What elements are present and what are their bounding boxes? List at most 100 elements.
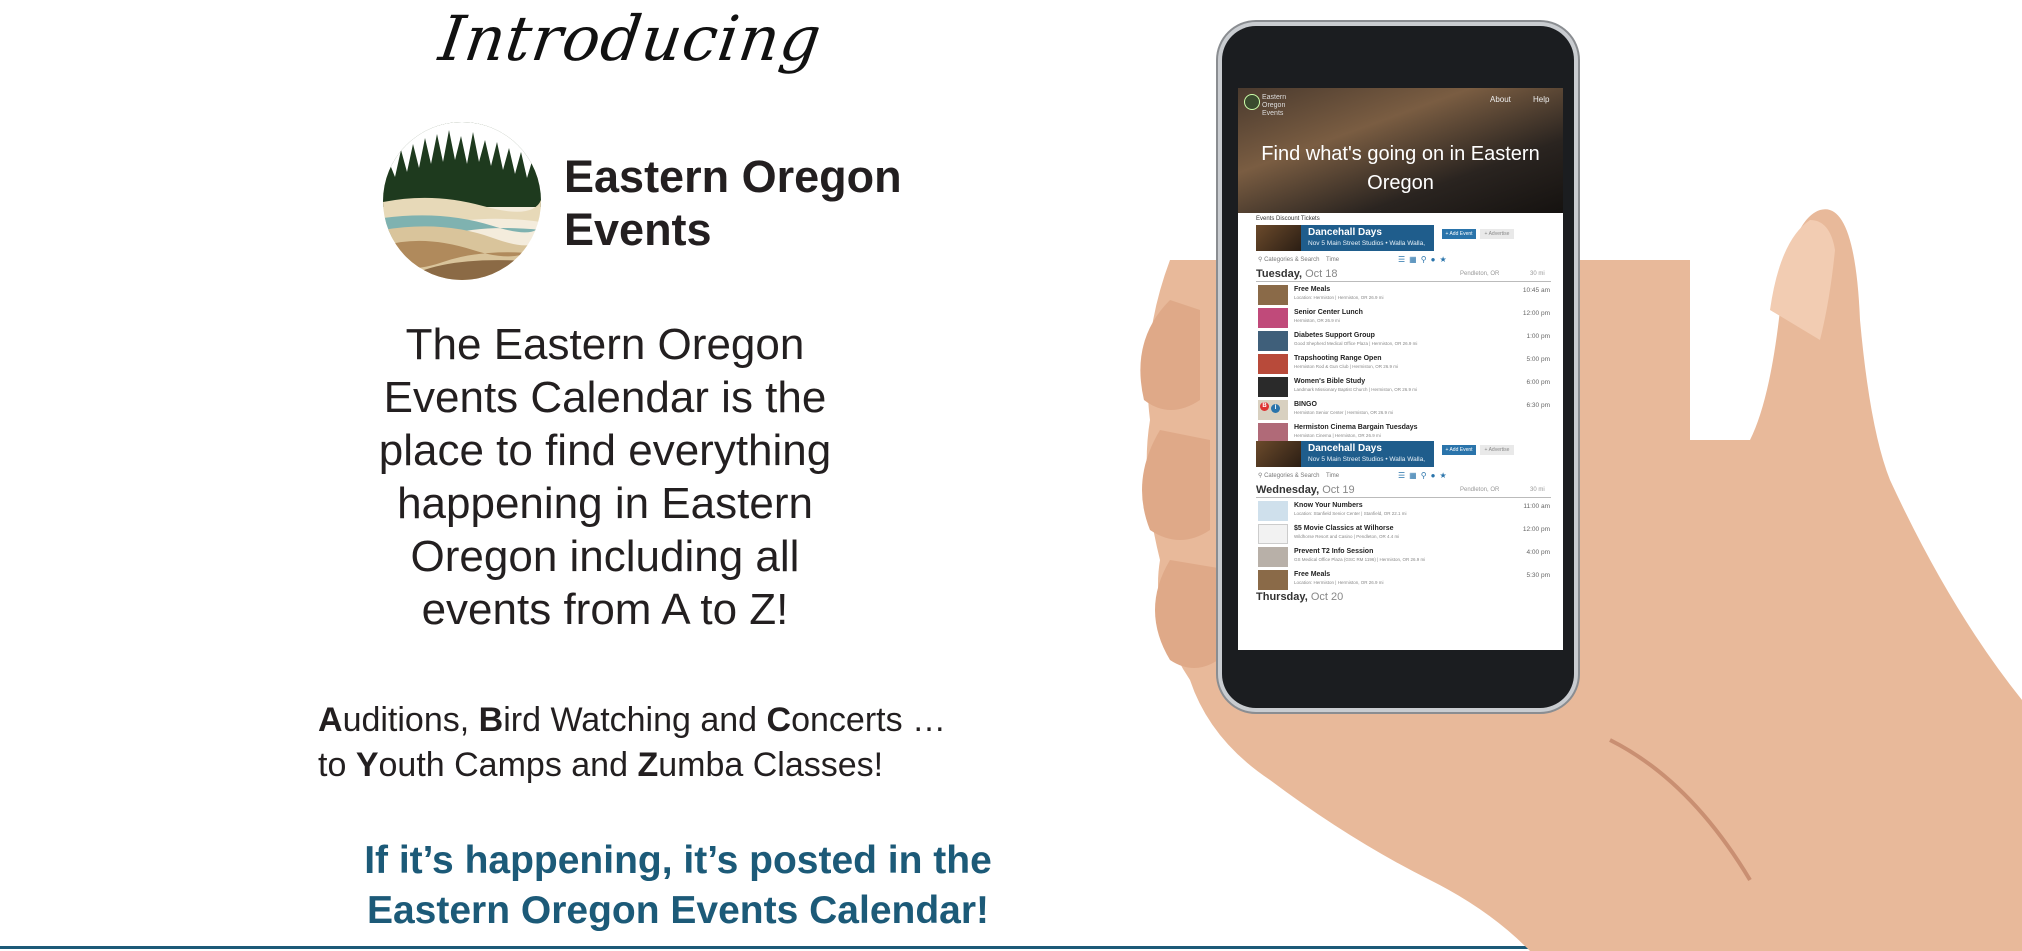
event-title: Prevent T2 Info Session <box>1294 548 1374 555</box>
event-row[interactable]: Diabetes Support Group Good Shepherd Medi… <box>1258 331 1550 353</box>
description-line: Oregon including all <box>410 532 800 581</box>
time-filter[interactable]: Time <box>1326 257 1339 263</box>
event-location: Location: Hermiston | Hermiston, OR 26.9… <box>1294 295 1384 300</box>
event-time: 12:00 pm <box>1522 310 1550 317</box>
event-row[interactable]: Know Your Numbers Location: Stanfield Sen… <box>1258 501 1550 523</box>
event-title: Hermiston Cinema Bargain Tuesdays <box>1294 424 1418 431</box>
site-name[interactable]: Eastern Oregon Events <box>1262 94 1302 118</box>
event-title: Women's Bible Study <box>1294 378 1366 385</box>
brand-name-line1: Eastern Oregon <box>564 151 902 202</box>
event-location: Location: Hermiston | Hermiston, OR 26.9… <box>1294 580 1384 585</box>
brand-logo <box>383 122 541 280</box>
featured-event-banner[interactable]: Dancehall Days Nov 5 Main Street Studios… <box>1256 225 1434 251</box>
event-row[interactable]: Free Meals Location: Hermiston | Hermisto… <box>1258 285 1550 307</box>
event-time: 11:00 am <box>1523 503 1550 510</box>
description-line: Events Calendar is the <box>383 373 827 422</box>
add-event-button[interactable]: + Add Event <box>1442 229 1476 239</box>
a-to-z-line2: to Youth Camps and Zumba Classes! <box>318 743 946 788</box>
event-location: Landmark Missionary Baptist Church | Her… <box>1294 387 1417 392</box>
event-row[interactable]: Senior Center Lunch Hermiston, OR 26.9 mi… <box>1258 308 1550 330</box>
initial-letter: Z <box>637 746 659 784</box>
hero-title: Find what's going on in Eastern Oregon <box>1238 140 1563 198</box>
hero-title-line1: Find what's going on in Eastern <box>1261 143 1540 165</box>
advertise-button[interactable]: + Advertise <box>1480 445 1514 455</box>
event-row[interactable]: Free Meals Location: Hermiston | Hermisto… <box>1258 570 1550 592</box>
featured-event-subtitle: Nov 5 Main Street Studios • Walla Walla, <box>1308 240 1426 247</box>
event-location: Hermiston, OR 26.9 mi <box>1294 318 1340 323</box>
event-title: Know Your Numbers <box>1294 502 1363 509</box>
nav-help[interactable]: Help <box>1533 95 1549 104</box>
grid-icon[interactable]: ▦ <box>1409 255 1421 264</box>
word-rest: uditions, <box>342 701 479 739</box>
search-toolbar[interactable]: ⚲ Categories & Search Time <box>1258 472 1339 479</box>
event-time: 10:45 am <box>1522 287 1550 294</box>
description-line: place to find everything <box>378 426 832 475</box>
day-label: Tuesday, <box>1256 268 1303 280</box>
event-time: 6:00 pm <box>1526 379 1551 386</box>
add-event-button[interactable]: + Add Event <box>1442 445 1476 455</box>
list-icon[interactable]: ☰ <box>1398 255 1409 264</box>
events-card: Events Discount Tickets Dancehall Days N… <box>1250 213 1555 650</box>
location-filter[interactable]: Pendleton, OR <box>1460 487 1499 493</box>
grid-icon[interactable]: ▦ <box>1409 471 1421 480</box>
event-location: Good Shepherd Medical Office Plaza | Her… <box>1294 341 1418 346</box>
event-thumbnail <box>1256 441 1301 467</box>
landscape-logo-icon <box>383 122 541 280</box>
day-date: Oct 18 <box>1305 268 1338 280</box>
brand-name-line2: Events <box>564 204 712 255</box>
advertise-button[interactable]: + Advertise <box>1480 229 1514 239</box>
event-row[interactable]: $5 Movie Classics at Wilhorse Wildhorse R… <box>1258 524 1550 546</box>
event-time: 6:30 pm <box>1526 402 1551 409</box>
categories-search[interactable]: Categories & Search <box>1264 257 1319 263</box>
nav-about[interactable]: About <box>1490 95 1511 104</box>
event-row[interactable]: Trapshooting Range Open Hermiston Rod & G… <box>1258 354 1550 376</box>
event-title: $5 Movie Classics at Wilhorse <box>1294 525 1394 532</box>
event-thumbnail <box>1258 547 1288 567</box>
brand-name: Eastern Oregon Events <box>564 150 902 256</box>
event-thumbnail <box>1258 308 1288 328</box>
event-title: Diabetes Support Group <box>1294 332 1375 339</box>
word-rest: to <box>318 746 356 784</box>
featured-event-title: Dancehall Days <box>1308 443 1382 454</box>
event-row[interactable]: Prevent T2 Info Session GS Medical Office… <box>1258 547 1550 569</box>
map-pin-icon[interactable]: ⚲ <box>1421 471 1431 480</box>
event-title: BINGO <box>1294 401 1317 408</box>
description-line: events from A to Z! <box>421 585 789 634</box>
description-line: happening in Eastern <box>397 479 813 528</box>
site-logo-icon[interactable] <box>1244 94 1260 110</box>
wildhorse-thumbnail <box>1258 524 1288 544</box>
location-filter[interactable]: Pendleton, OR <box>1460 271 1499 277</box>
event-thumbnail <box>1258 285 1288 305</box>
event-title: Trapshooting Range Open <box>1294 355 1382 362</box>
day-label: Thursday, <box>1256 591 1308 603</box>
bingo-thumbnail: BI <box>1258 400 1288 420</box>
map-pin-icon[interactable]: ⚲ <box>1421 255 1431 264</box>
event-row[interactable]: Women's Bible Study Landmark Missionary B… <box>1258 377 1550 399</box>
tagline: If it’s happening, it’s posted in the Ea… <box>318 836 1038 936</box>
view-icons: ☰▦⚲●★ <box>1398 255 1451 264</box>
hero-banner: Eastern Oregon Events About Help Find wh… <box>1238 88 1563 213</box>
distance-filter[interactable]: 30 mi <box>1530 487 1545 493</box>
events-tabs[interactable]: Events Discount Tickets <box>1256 216 1320 222</box>
distance-filter[interactable]: 30 mi <box>1530 271 1545 277</box>
introducing-heading: Introducing <box>434 2 827 75</box>
star-icon[interactable]: ★ <box>1439 471 1450 480</box>
event-time: 4:00 pm <box>1526 549 1551 556</box>
event-title: Senior Center Lunch <box>1294 309 1363 316</box>
event-location: Hermiston Rod & Gun Club | Hermiston, OR… <box>1294 364 1398 369</box>
day-heading: Thursday, Oct 20 <box>1256 591 1343 603</box>
event-row[interactable]: B I BINGO Hermiston Senior Center | Hermist… <box>1258 400 1550 422</box>
search-toolbar[interactable]: ⚲ Categories & Search Time <box>1258 256 1339 263</box>
time-filter[interactable]: Time <box>1326 473 1339 479</box>
featured-event-banner[interactable]: Dancehall Days Nov 5 Main Street Studios… <box>1256 441 1434 467</box>
a-to-z-line1: Auditions, Bird Watching and Concerts … <box>318 698 946 743</box>
event-time: 5:00 pm <box>1526 356 1551 363</box>
divider <box>1256 281 1551 282</box>
initial-letter: A <box>318 701 343 739</box>
word-rest: ird Watching and <box>503 701 767 739</box>
list-icon[interactable]: ☰ <box>1398 471 1409 480</box>
initial-letter: B <box>478 701 504 739</box>
star-icon[interactable]: ★ <box>1439 255 1450 264</box>
event-time: 12:00 pm <box>1522 526 1550 533</box>
categories-search[interactable]: Categories & Search <box>1264 473 1319 479</box>
